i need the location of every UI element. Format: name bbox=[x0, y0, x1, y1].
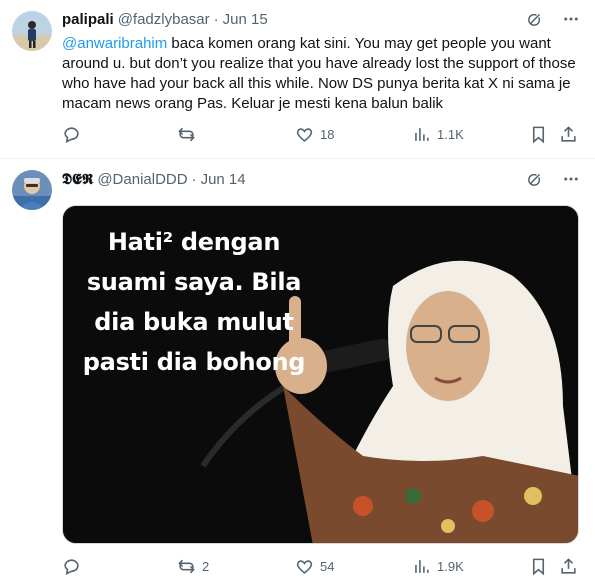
repost-icon bbox=[178, 127, 195, 141]
reply-button[interactable] bbox=[62, 124, 87, 144]
display-name[interactable]: 𝕯𝕰𝕽 bbox=[62, 171, 93, 188]
meme-caption: Hati² dengan suami saya. Bila dia buka m… bbox=[82, 228, 306, 376]
avatar[interactable] bbox=[12, 11, 52, 51]
share-icon bbox=[561, 125, 576, 142]
bookmark-icon bbox=[532, 558, 545, 575]
bookmark-button[interactable] bbox=[529, 556, 548, 576]
grok-icon[interactable] bbox=[525, 9, 545, 29]
views-icon bbox=[415, 559, 429, 573]
bookmark-icon bbox=[532, 126, 545, 143]
tweet-1[interactable]: palipali @fadzlybasar · Jun 15 @anwaribr… bbox=[0, 0, 595, 159]
grok-icon[interactable] bbox=[525, 169, 545, 189]
share-icon bbox=[561, 557, 576, 574]
views-button[interactable]: 1.1K bbox=[412, 124, 464, 144]
repost-button[interactable]: 2 bbox=[177, 556, 209, 576]
tweet-date[interactable]: Jun 15 bbox=[223, 11, 268, 28]
reply-icon bbox=[64, 558, 79, 575]
tweet-text: @anwaribrahim baca komen orang kat sini.… bbox=[62, 34, 587, 114]
like-count: 54 bbox=[320, 558, 335, 574]
user-handle[interactable]: @fadzlybasar bbox=[118, 11, 210, 28]
tweet-media-image[interactable]: Hati² dengan suami saya. Bila dia buka m… bbox=[62, 205, 579, 544]
tweet-date[interactable]: Jun 14 bbox=[201, 171, 246, 188]
share-button[interactable] bbox=[559, 124, 578, 144]
views-count: 1.9K bbox=[437, 558, 464, 574]
tweet-actions: 18 1.1K bbox=[62, 124, 582, 144]
separator-dot: · bbox=[191, 170, 197, 188]
tweet-header: 𝕯𝕰𝕽 @DanialDDD · Jun 14 bbox=[62, 169, 583, 189]
repost-icon bbox=[178, 559, 195, 573]
tweet-2[interactable]: 𝕯𝕰𝕽 @DanialDDD · Jun 14 Hati² dengan sua… bbox=[0, 159, 595, 583]
tweet-actions: 2 54 1.9K bbox=[62, 556, 582, 576]
bookmark-button[interactable] bbox=[529, 124, 548, 144]
display-name[interactable]: palipali bbox=[62, 11, 114, 28]
views-count: 1.1K bbox=[437, 126, 464, 142]
views-icon bbox=[415, 127, 429, 141]
views-button[interactable]: 1.9K bbox=[412, 556, 464, 576]
mention-link[interactable]: @anwaribrahim bbox=[62, 35, 167, 52]
reply-icon bbox=[64, 126, 79, 143]
like-icon bbox=[296, 127, 313, 142]
like-count: 18 bbox=[320, 126, 335, 142]
share-button[interactable] bbox=[559, 556, 578, 576]
avatar[interactable] bbox=[12, 170, 52, 210]
repost-button[interactable] bbox=[177, 124, 202, 144]
more-icon[interactable] bbox=[561, 169, 581, 189]
repost-count: 2 bbox=[202, 558, 210, 574]
user-handle[interactable]: @DanialDDD bbox=[97, 171, 187, 188]
like-icon bbox=[296, 559, 313, 574]
more-icon[interactable] bbox=[561, 9, 581, 29]
reply-button[interactable] bbox=[62, 556, 87, 576]
like-button[interactable]: 54 bbox=[295, 556, 334, 576]
separator-dot: · bbox=[213, 10, 219, 28]
tweet-header: palipali @fadzlybasar · Jun 15 bbox=[62, 9, 583, 29]
like-button[interactable]: 18 bbox=[295, 124, 334, 144]
